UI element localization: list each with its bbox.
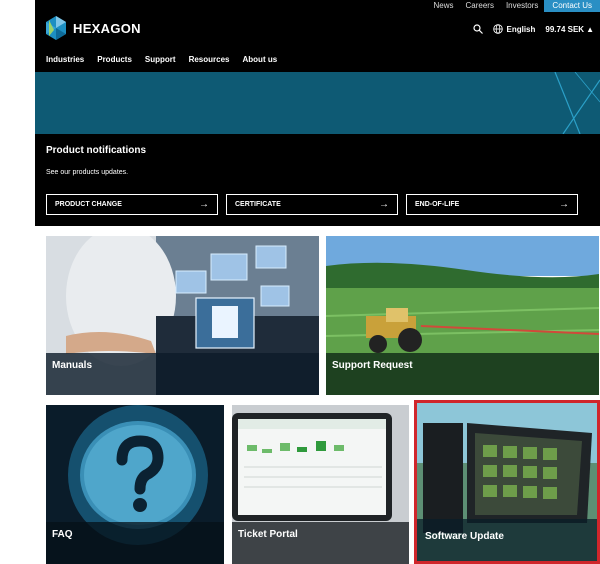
site-header: News Careers Investors Contact Us HEXAGO… bbox=[35, 0, 600, 72]
hero-banner bbox=[35, 72, 600, 134]
ticket-portal-card[interactable]: Ticket Portal bbox=[232, 405, 409, 564]
brand-name: HEXAGON bbox=[73, 20, 141, 36]
product-change-label: PRODUCT CHANGE bbox=[55, 201, 122, 208]
main-nav: Industries Products Support Resources Ab… bbox=[46, 55, 277, 64]
hero-decoration bbox=[554, 72, 600, 134]
globe-icon bbox=[493, 24, 504, 34]
arrow-right-icon: → bbox=[379, 199, 389, 210]
end-of-life-button[interactable]: END-OF-LIFE → bbox=[406, 194, 578, 215]
cart-amount: 99.74 SEK bbox=[545, 24, 585, 34]
topbar-news-link[interactable]: News bbox=[427, 0, 459, 12]
hexagon-logo-icon bbox=[46, 16, 66, 40]
notifications-subtitle: See our products updates. bbox=[46, 169, 129, 176]
product-notifications: Product notifications See our products u… bbox=[35, 134, 600, 226]
software-update-card[interactable]: Software Update bbox=[414, 400, 600, 564]
nav-support[interactable]: Support bbox=[145, 55, 176, 64]
software-update-label: Software Update bbox=[425, 531, 504, 542]
nav-industries[interactable]: Industries bbox=[46, 55, 84, 64]
search-icon[interactable] bbox=[473, 24, 484, 34]
currency-cart[interactable]: 99.74 SEK ▲ bbox=[545, 25, 594, 34]
faq-label: FAQ bbox=[52, 529, 73, 540]
faq-card[interactable]: FAQ bbox=[46, 405, 224, 564]
notifications-title: Product notifications bbox=[46, 145, 146, 156]
product-change-button[interactable]: PRODUCT CHANGE → bbox=[46, 194, 218, 215]
arrow-right-icon: → bbox=[199, 199, 209, 210]
manuals-card[interactable]: Manuals bbox=[46, 236, 319, 395]
nav-about-us[interactable]: About us bbox=[243, 55, 278, 64]
topbar-careers-link[interactable]: Careers bbox=[460, 0, 500, 12]
utility-bar: News Careers Investors Contact Us bbox=[427, 0, 600, 12]
header-tools: English 99.74 SEK ▲ bbox=[473, 24, 594, 34]
manuals-label: Manuals bbox=[52, 360, 93, 371]
caret-up-icon: ▲ bbox=[586, 24, 594, 34]
support-request-card[interactable]: Support Request bbox=[326, 236, 599, 395]
language-selector[interactable]: English bbox=[493, 24, 535, 34]
language-label: English bbox=[506, 24, 536, 34]
contact-us-button[interactable]: Contact Us bbox=[544, 0, 600, 12]
arrow-right-icon: → bbox=[559, 199, 569, 210]
certificate-label: CERTIFICATE bbox=[235, 201, 281, 208]
ticket-portal-label: Ticket Portal bbox=[238, 529, 298, 540]
nav-resources[interactable]: Resources bbox=[189, 55, 230, 64]
hexagon-logo[interactable]: HEXAGON bbox=[45, 16, 141, 40]
support-request-label: Support Request bbox=[332, 360, 413, 371]
topbar-investors-link[interactable]: Investors bbox=[500, 0, 544, 12]
end-of-life-label: END-OF-LIFE bbox=[415, 201, 460, 208]
nav-products[interactable]: Products bbox=[97, 55, 132, 64]
certificate-button[interactable]: CERTIFICATE → bbox=[226, 194, 398, 215]
